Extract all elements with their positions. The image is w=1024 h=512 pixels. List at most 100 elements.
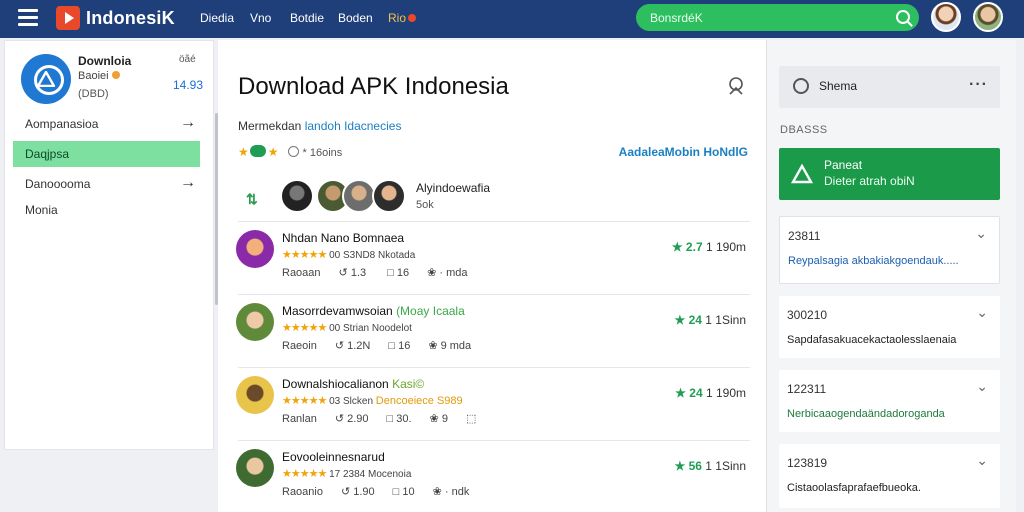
left-sidebar: Downloia Baoiei (DBD) öãé 14.93 Aompanas… [4, 40, 214, 450]
app-score: ★ 24 1 190m [675, 386, 746, 400]
app-subtitle-text: Baoiei [78, 70, 109, 82]
share-icon [793, 78, 809, 94]
app-icon [236, 230, 274, 268]
share-label: Shema [819, 79, 858, 93]
rating-text: * 16oins [302, 147, 343, 159]
avatar[interactable] [372, 179, 406, 213]
avatar[interactable] [342, 179, 376, 213]
score-detail: 1 190m [705, 240, 746, 254]
accordion-item[interactable]: 123819 ⌄ Cistaoolasfaprafaefbueoka. [779, 444, 1000, 508]
search-bar[interactable]: BonsrdéK [636, 4, 919, 31]
star-rating-icon: ★ [238, 145, 249, 159]
sidebar-item-3[interactable]: Danooooma → [13, 171, 200, 197]
app-stat: ❀ 9 mda [428, 340, 472, 352]
user-avatar-2[interactable] [973, 2, 1003, 32]
list-item[interactable]: Eovooleinnesnarud ★★★★★ 17 2384 Mocenoia… [236, 449, 752, 512]
app-stat: ❀ · ndk [432, 486, 470, 498]
star-rating-icon: ★ [267, 145, 279, 159]
star-rating-icon: ★★★★★ [282, 249, 327, 261]
list-item[interactable]: Nhdan Nano Bomnaea ★★★★★ 00 S3ND8 Nkotad… [236, 230, 752, 300]
app-stat: Raeoin [282, 340, 317, 352]
bookmark-icon[interactable] [726, 76, 746, 96]
developer-name[interactable]: Alyindoewafia [416, 181, 490, 195]
app-icon [236, 376, 274, 414]
accordion-item[interactable]: 300210 ⌄ Sapdafasakuacekactaolesslaenaia [779, 296, 1000, 358]
section-label: DBASSS [780, 124, 828, 136]
app-score: ★ 2.7 1 190m [672, 240, 746, 254]
accordion-heading: 123819 [787, 456, 828, 470]
developer-row: ⇅ Alyindoewafia 5ok [238, 177, 748, 221]
avatar[interactable] [280, 179, 314, 213]
app-title: Masorrdevamwsoian (Moay Icaala [282, 304, 465, 318]
app-stat: ↺ 1.2N [334, 340, 371, 352]
nav-link-3[interactable]: Botdie [290, 11, 324, 25]
nav-link-1[interactable]: Diedia [200, 11, 234, 25]
accordion-body: Nerbicaaogendaändadoroganda [787, 408, 945, 420]
nav-link-4[interactable]: Boden [338, 11, 373, 25]
divider [238, 221, 750, 222]
app-meta-highlight: Dencoeiece S989 [375, 395, 463, 407]
list-item[interactable]: Masorrdevamwsoian (Moay Icaala ★★★★★ 00 … [236, 303, 752, 373]
app-stat: □ 16 [387, 267, 410, 279]
sidebar-item-4[interactable]: Monia [13, 197, 200, 223]
menu-icon[interactable] [18, 9, 38, 27]
sidebar-item-label: Daqjpsa [25, 147, 70, 161]
clock-icon [287, 146, 299, 157]
app-meta-text: 00 S3ND8 Nkotada [329, 250, 416, 261]
sidebar-item-1[interactable]: Aompanasioa → [13, 111, 200, 137]
app-stats: Ranlan ↺ 2.90 □ 30. ❀ 9 ⬚ [282, 412, 494, 425]
app-logo-icon [21, 54, 71, 104]
chevron-down-icon[interactable]: ⌄ [976, 378, 988, 395]
app-stats: Raeoin ↺ 1.2N □ 16 ❀ 9 mda [282, 339, 489, 352]
accordion-item[interactable]: 23811 ⌄ Reypalsagia akbakiakgoendauk....… [779, 216, 1000, 284]
app-meta: ★★★★★ 03 Slcken Dencoeiece S989 [282, 394, 463, 407]
arrow-right-icon: → [180, 114, 196, 131]
user-avatar-1[interactable] [931, 2, 961, 32]
triangle-icon [791, 164, 813, 184]
more-options-icon[interactable]: ··· [969, 76, 988, 94]
divider [238, 440, 750, 441]
sidebar-item-2[interactable]: Daqjpsa [13, 141, 200, 167]
app-stats: Raoaan ↺ 1.3 □ 16 ❀ · mda [282, 266, 486, 279]
brand-name[interactable]: IndonesiK [86, 8, 175, 29]
promo-card[interactable]: Paneat Dieter atrah obiN [779, 148, 1000, 200]
app-meta-text: 03 Slcken [329, 396, 374, 407]
app-stat: Raoanio [282, 486, 323, 498]
app-stat: ❀ · mda [427, 267, 468, 279]
brand-logo-icon[interactable] [56, 6, 80, 30]
accordion-item[interactable]: 122311 ⌄ Nerbicaaogendaändadoroganda [779, 370, 1000, 432]
top-bar: IndonesiK Diedia Vno Botdie Boden Rio Bo… [0, 0, 1024, 38]
share-card[interactable]: Shema ··· [779, 66, 1000, 108]
accordion-body: Cistaoolasfaprafaefbueoka. [787, 482, 921, 494]
app-meta: öãé [179, 54, 196, 65]
notification-dot-icon [408, 14, 417, 22]
right-panel: Shema ··· DBASSS Paneat Dieter atrah obi… [766, 40, 1016, 512]
accordion-heading: 300210 [787, 308, 828, 322]
search-icon[interactable] [896, 10, 910, 24]
sidebar-item-label: Aompanasioa [25, 117, 99, 131]
app-title-tag: Kasi© [392, 377, 425, 391]
promo-title: Paneat [824, 158, 863, 172]
app-meta: ★★★★★ 00 S3ND8 Nkotada [282, 248, 415, 261]
chevron-down-icon[interactable]: ⌄ [976, 304, 988, 321]
chevron-down-icon[interactable]: ⌄ [976, 452, 988, 469]
app-score: ★ 24 1 1Sinn [675, 313, 747, 327]
app-stat: ↺ 2.90 [334, 413, 369, 425]
app-stat: ⬚ [465, 413, 477, 425]
share-icon[interactable]: ⇅ [246, 191, 258, 208]
search-input[interactable]: BonsrdéK [650, 11, 703, 25]
triangle-icon [37, 71, 55, 87]
star-rating-icon: ★★★★★ [282, 322, 327, 334]
app-icon [236, 449, 274, 487]
app-stat: Ranlan [282, 413, 317, 425]
tag-link[interactable]: AadaleaMobin HoNdlG [619, 145, 748, 159]
app-stat: ↺ 1.90 [340, 486, 375, 498]
sidebar-item-label: Monia [25, 203, 58, 217]
star-rating-icon: ★★★★★ [282, 468, 327, 480]
page-title: Download APK Indonesia [238, 73, 509, 100]
nav-link-2[interactable]: Vno [250, 11, 271, 25]
chevron-down-icon[interactable]: ⌄ [975, 225, 987, 242]
nav-link-5[interactable]: Rio [388, 11, 417, 25]
app-title: Downalshiocalianon Kasi© [282, 377, 424, 391]
list-item[interactable]: Downalshiocalianon Kasi© ★★★★★ 03 Slcken… [236, 376, 752, 446]
